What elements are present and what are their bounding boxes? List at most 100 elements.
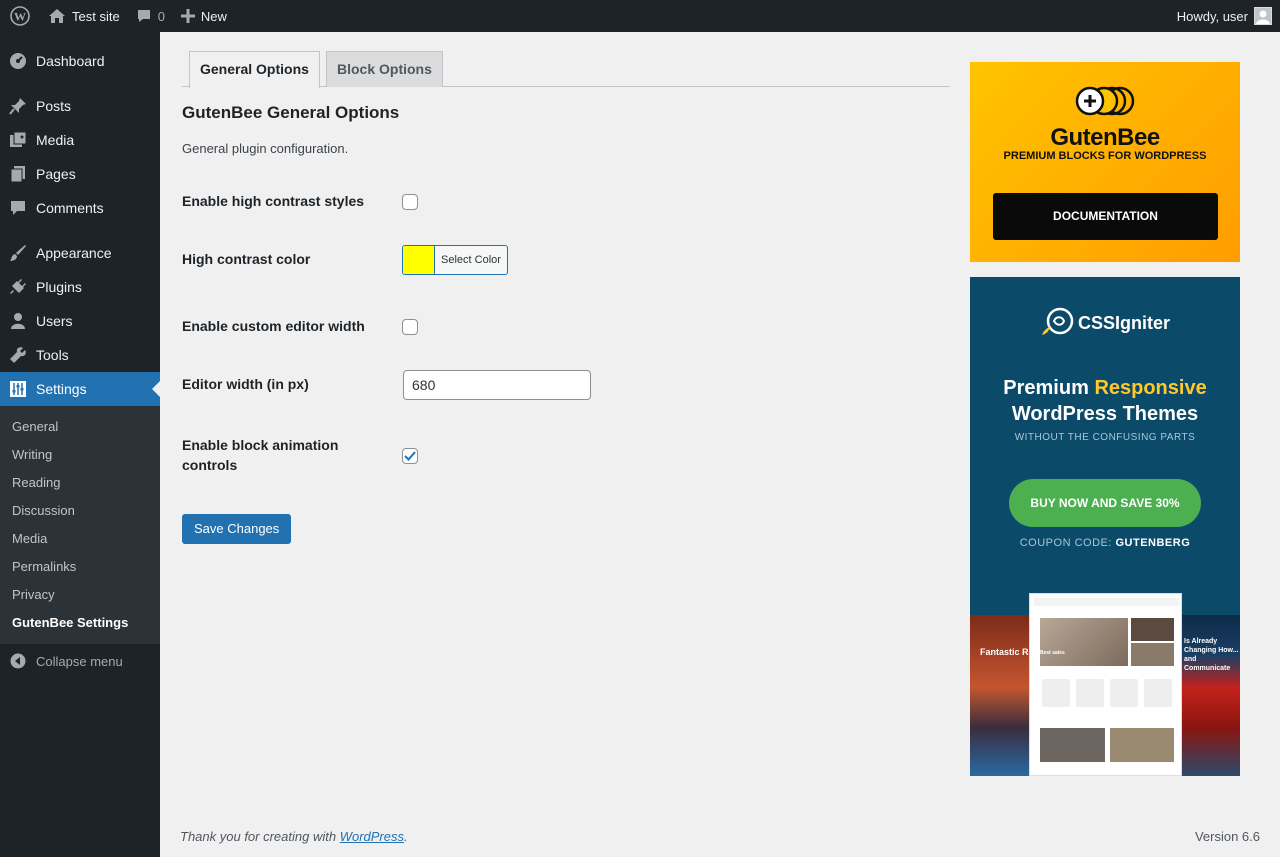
gutenbee-title: GutenBee [1050, 124, 1160, 151]
cssigniter-promo-banner[interactable]: CSSIgniter Premium Responsive WordPress … [970, 277, 1240, 776]
comments-count: 0 [157, 8, 165, 24]
documentation-button[interactable]: DOCUMENTATION [993, 193, 1218, 240]
footer-thanks-suffix: . [404, 829, 408, 844]
sidebar-item-label: Posts [36, 98, 72, 114]
wordpress-logo-icon: W [10, 6, 30, 26]
theme-preview-center: Best sales [1029, 593, 1182, 776]
preview-bottom-image [1110, 728, 1174, 762]
select-color-label: Select Color [441, 254, 501, 266]
user-account-link[interactable]: Howdy, user [1177, 0, 1272, 32]
cssigniter-headline: Premium Responsive [970, 377, 1240, 400]
sidebar-item-label: Pages [36, 166, 76, 182]
collapse-menu-button[interactable]: Collapse menu [0, 644, 160, 678]
sidebar-item-label: Users [36, 313, 73, 329]
save-changes-button[interactable]: Save Changes [182, 514, 292, 544]
page-title: GutenBee General Options [182, 103, 400, 122]
admin-bar: W Test site 0 New Howdy, user [0, 0, 1280, 32]
submenu-item-general[interactable]: General [0, 413, 160, 441]
tab-general-options[interactable]: General Options [189, 51, 320, 88]
custom-width-checkbox[interactable] [402, 319, 418, 335]
color-swatch [403, 246, 435, 274]
home-icon [48, 8, 66, 24]
preview-product [1076, 679, 1104, 707]
custom-width-label: Enable custom editor width [182, 318, 365, 334]
headline-highlight: Responsive [1094, 377, 1207, 399]
footer-thanks-prefix: Thank you for creating with [180, 829, 340, 844]
sidebar-item-users[interactable]: Users [0, 304, 160, 338]
animation-checkbox[interactable] [402, 448, 418, 464]
sidebar-item-media[interactable]: Media [0, 123, 160, 157]
preview-product [1042, 679, 1070, 707]
gutenbee-logo-icon [1075, 86, 1135, 116]
editor-width-label: Editor width (in px) [182, 376, 309, 392]
submenu-item-writing[interactable]: Writing [0, 441, 160, 469]
theme-preview-right-text: Is Already Changing How... and Communica… [1184, 638, 1239, 672]
coupon-prefix: COUPON CODE: [1019, 537, 1116, 549]
sidebar-item-label: Comments [36, 200, 104, 216]
high-contrast-checkbox[interactable] [402, 194, 418, 210]
footer-version: Version 6.6 [1194, 829, 1260, 844]
greeting-label: Howdy, user [1176, 8, 1248, 24]
submenu-item-reading[interactable]: Reading [0, 469, 160, 497]
submenu-item-discussion[interactable]: Discussion [0, 497, 160, 525]
buy-now-button[interactable]: BUY NOW AND SAVE 30% [1009, 479, 1201, 527]
sidebar-item-label: Settings [36, 381, 87, 397]
preview-product [1110, 679, 1138, 707]
sidebar-item-label: Media [36, 132, 75, 148]
pin-icon [0, 97, 36, 115]
new-label: New [200, 8, 227, 24]
sidebar-item-appearance[interactable]: Appearance [0, 236, 160, 270]
submenu-item-media[interactable]: Media [0, 525, 160, 553]
footer-thanks: Thank you for creating with WordPress. [180, 829, 408, 844]
svg-text:W: W [14, 10, 26, 24]
sidebar-item-plugins[interactable]: Plugins [0, 270, 160, 304]
comment-bubble-icon [136, 8, 152, 24]
avatar-silhouette-icon [1256, 10, 1270, 24]
sidebar-item-comments[interactable]: Comments [0, 191, 160, 225]
preview-hero-image [1040, 618, 1128, 666]
wrench-icon [0, 346, 36, 364]
cssigniter-tagline: WITHOUT THE CONFUSING PARTS [1014, 432, 1196, 443]
coupon-code-value: GUTENBERG [1115, 537, 1191, 549]
wordpress-link[interactable]: WordPress [340, 829, 404, 844]
settings-sliders-icon [0, 380, 36, 398]
wordpress-logo-button[interactable]: W [0, 0, 40, 32]
sidebar-item-dashboard[interactable]: Dashboard [0, 44, 160, 78]
main-content: General Options Block Options GutenBee G… [160, 32, 1280, 857]
contrast-color-label: High contrast color [182, 251, 311, 267]
pages-icon [0, 165, 36, 183]
collapse-arrow-icon [0, 653, 36, 669]
collapse-menu-label: Collapse menu [36, 653, 123, 669]
new-content-link[interactable]: New [173, 0, 235, 32]
submenu-item-permalinks[interactable]: Permalinks [0, 553, 160, 581]
user-icon [0, 312, 36, 330]
avatar [1254, 7, 1272, 25]
preview-bottom-image [1040, 728, 1105, 762]
sidebar-item-posts[interactable]: Posts [0, 89, 160, 123]
sidebar-item-pages[interactable]: Pages [0, 157, 160, 191]
theme-preview-left-text: Fantastic Rai [980, 647, 1037, 657]
submenu-item-privacy[interactable]: Privacy [0, 581, 160, 609]
sidebar-item-settings[interactable]: Settings [0, 372, 160, 406]
preview-product [1144, 679, 1172, 707]
editor-width-input[interactable] [403, 370, 591, 400]
select-color-button[interactable]: Select Color [402, 245, 508, 275]
sidebar-item-tools[interactable]: Tools [0, 338, 160, 372]
cssigniter-headline-line2: WordPress Themes [1011, 403, 1199, 425]
preview-side-image [1131, 643, 1174, 666]
comments-link[interactable]: 0 [128, 0, 173, 32]
preview-hero-text: Best sales [1040, 650, 1065, 656]
site-name-link[interactable]: Test site [40, 0, 128, 32]
sidebar-item-label: Appearance [36, 245, 112, 261]
coupon-code: COUPON CODE: GUTENBERG [970, 537, 1240, 549]
tab-block-options[interactable]: Block Options [326, 51, 443, 87]
plug-icon [0, 278, 36, 296]
dashboard-icon [0, 52, 36, 70]
preview-side-image [1131, 618, 1174, 641]
media-icon [0, 131, 36, 149]
tab-bar: General Options Block Options [182, 51, 950, 88]
submenu-item-gutenbee-settings[interactable]: GutenBee Settings [0, 609, 160, 637]
gutenbee-promo-banner[interactable]: GutenBee PREMIUM BLOCKS FOR WORDPRESS DO… [970, 62, 1240, 262]
checkmark-icon [404, 451, 416, 461]
cssigniter-logo: CSSIgniter [1040, 307, 1170, 339]
